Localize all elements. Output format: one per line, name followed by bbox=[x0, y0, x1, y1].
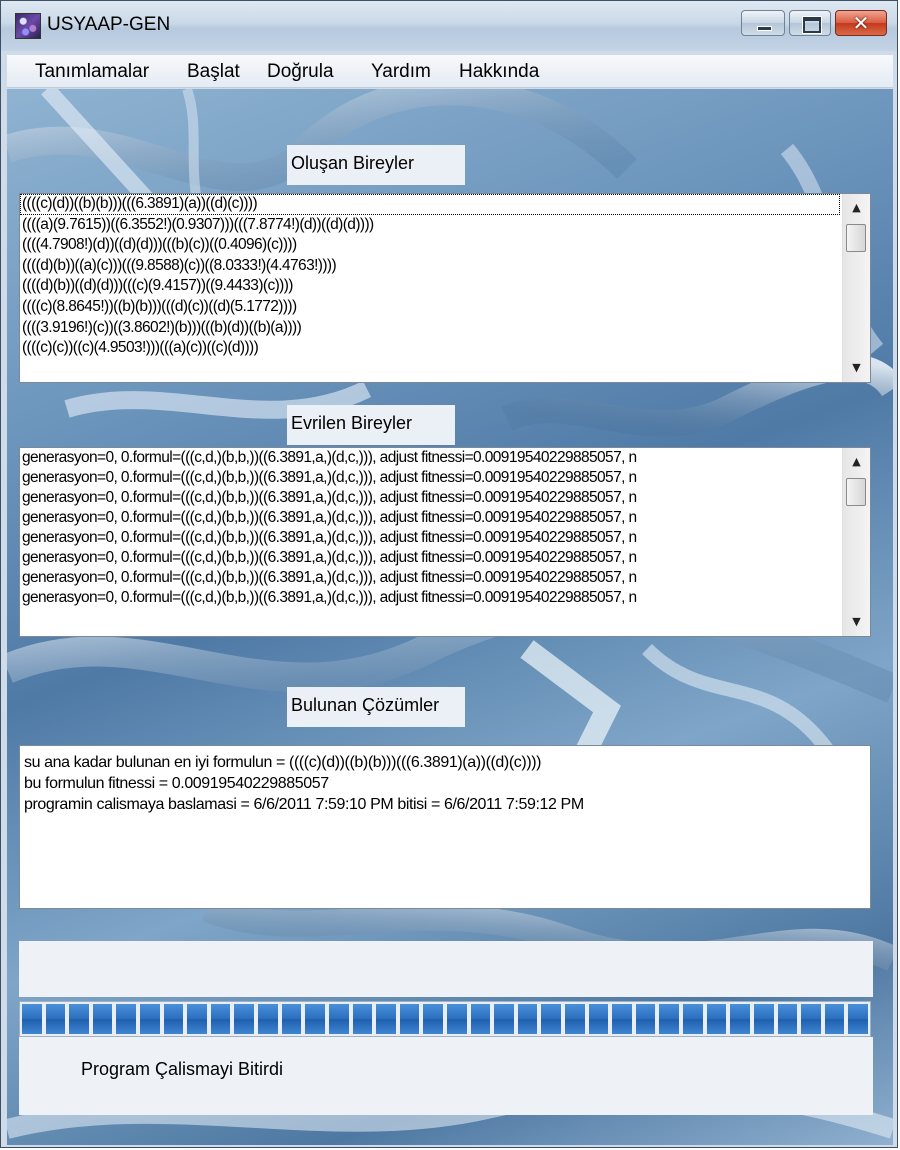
scroll-up-arrow-icon[interactable]: ▲ bbox=[843, 450, 870, 474]
scroll-down-arrow-icon[interactable]: ▼ bbox=[843, 356, 870, 380]
progress-segment bbox=[45, 1004, 66, 1034]
best-formula-line: su ana kadar bulunan en iyi formulun = (… bbox=[24, 754, 542, 771]
progress-segment bbox=[399, 1004, 420, 1034]
progress-segment bbox=[517, 1004, 538, 1034]
progress-segment bbox=[777, 1004, 798, 1034]
progress-segment bbox=[423, 1004, 443, 1034]
status-message: Program Çalismayi Bitirdi bbox=[81, 1059, 284, 1079]
progress-segment bbox=[376, 1004, 396, 1034]
list-item[interactable]: generasyon=0, 0.formul=(((c,d,)(b,b,))((… bbox=[20, 588, 840, 608]
olusan-bireyler-label: Oluşan Bireyler bbox=[287, 145, 465, 185]
progress-segment bbox=[140, 1004, 160, 1034]
list-item[interactable]: generasyon=0, 0.formul=(((c,d,)(b,b,))((… bbox=[20, 548, 840, 568]
scrollbar-thumb[interactable] bbox=[846, 224, 866, 252]
app-window: USYAAP-GEN ✕ Tanımlamalar Başlat Doğrula… bbox=[0, 0, 898, 1148]
progress-segment bbox=[187, 1004, 207, 1034]
title-bar[interactable]: USYAAP-GEN ✕ bbox=[1, 1, 897, 51]
progress-segment bbox=[258, 1004, 278, 1034]
progress-fill bbox=[22, 1004, 868, 1034]
progress-segment bbox=[541, 1004, 562, 1034]
olusan-bireyler-listbox[interactable]: ((((c)(d))((b)(b)))(((6.3891)(a))((d)(c)… bbox=[19, 193, 871, 383]
minimize-button[interactable] bbox=[741, 10, 785, 36]
progress-segment bbox=[635, 1004, 656, 1034]
list-item[interactable]: ((((d)(b))((d)(d)))(((c)(9.4157))((9.443… bbox=[20, 276, 840, 297]
progress-segment bbox=[116, 1004, 137, 1034]
progress-segment bbox=[305, 1004, 325, 1034]
list-item[interactable]: generasyon=0, 0.formul=(((c,d,)(b,b,))((… bbox=[20, 468, 840, 488]
menu-bar: Tanımlamalar Başlat Doğrula Yardım Hakkı… bbox=[7, 55, 893, 88]
scroll-down-arrow-icon[interactable]: ▼ bbox=[843, 610, 870, 634]
progress-segment bbox=[494, 1004, 514, 1034]
close-icon: ✕ bbox=[852, 11, 870, 35]
maximize-button[interactable] bbox=[789, 10, 831, 36]
bulunan-cozumler-label: Bulunan Çözümler bbox=[287, 687, 465, 727]
list-item[interactable]: generasyon=0, 0.formul=(((c,d,)(b,b,))((… bbox=[20, 508, 840, 528]
maximize-icon bbox=[803, 17, 821, 33]
progress-segment bbox=[92, 1004, 113, 1034]
progress-segment bbox=[210, 1004, 231, 1034]
menu-yardim[interactable]: Yardım bbox=[371, 61, 431, 83]
list-item[interactable]: generasyon=0, 0.formul=(((c,d,)(b,b,))((… bbox=[20, 568, 840, 588]
menu-dogrula[interactable]: Doğrula bbox=[267, 61, 334, 83]
runtime-line: programin calismaya baslamasi = 6/6/2011… bbox=[24, 796, 584, 813]
progress-segment bbox=[565, 1004, 585, 1034]
scroll-up-arrow-icon[interactable]: ▲ bbox=[843, 196, 870, 220]
window-title: USYAAP-GEN bbox=[47, 14, 171, 35]
progress-segment bbox=[588, 1004, 609, 1034]
progress-segment bbox=[234, 1004, 255, 1034]
progress-segment bbox=[163, 1004, 184, 1034]
list-item[interactable]: ((((a)(9.7615))((6.3552!)(0.9307)))(((7.… bbox=[20, 215, 840, 236]
menu-tanimlamalar[interactable]: Tanımlamalar bbox=[35, 61, 149, 83]
app-icon[interactable] bbox=[15, 13, 41, 39]
progress-segment bbox=[824, 1004, 845, 1034]
list-item[interactable]: ((((c)(c))((c)(4.9503!)))(((a)(c))((c)(d… bbox=[20, 338, 840, 359]
minimize-icon bbox=[757, 26, 772, 31]
progress-segment bbox=[22, 1004, 42, 1034]
progress-segment bbox=[352, 1004, 373, 1034]
progress-segment bbox=[706, 1004, 727, 1034]
list-item[interactable]: ((((4.7908!)(d))((d)(d)))(((b)(c))((0.40… bbox=[20, 235, 840, 256]
progress-segment bbox=[470, 1004, 491, 1034]
vertical-scrollbar[interactable]: ▲ ▼ bbox=[842, 448, 870, 636]
progress-segment bbox=[328, 1004, 349, 1034]
close-button[interactable]: ✕ bbox=[835, 10, 887, 36]
progress-bar bbox=[19, 1001, 871, 1037]
status-panel bbox=[19, 941, 873, 997]
menu-baslat[interactable]: Başlat bbox=[187, 61, 240, 83]
list-item[interactable]: ((((3.9196!)(c))((3.8602!)(b)))(((b)(d))… bbox=[20, 318, 840, 339]
progress-segment bbox=[612, 1004, 632, 1034]
progress-segment bbox=[683, 1004, 703, 1034]
list-item[interactable]: generasyon=0, 0.formul=(((c,d,)(b,b,))((… bbox=[20, 528, 840, 548]
progress-segment bbox=[753, 1004, 774, 1034]
evrilen-bireyler-listbox[interactable]: generasyon=0, 0.formul=(((c,d,)(b,b,))((… bbox=[19, 447, 871, 637]
fitness-line: bu formulun fitnessi = 0.009195402298850… bbox=[24, 775, 329, 792]
progress-segment bbox=[730, 1004, 750, 1034]
list-item[interactable]: generasyon=0, 0.formul=(((c,d,)(b,b,))((… bbox=[20, 488, 840, 508]
list-item[interactable]: ((((d)(b))((a)(c)))(((9.8588)(c))((8.033… bbox=[20, 256, 840, 277]
progress-segment bbox=[801, 1004, 821, 1034]
results-textbox[interactable]: su ana kadar bulunan en iyi formulun = (… bbox=[19, 745, 871, 909]
menu-hakkinda[interactable]: Hakkında bbox=[459, 61, 539, 83]
evrilen-bireyler-label: Evrilen Bireyler bbox=[287, 405, 455, 445]
list-item[interactable]: generasyon=0, 0.formul=(((c,d,)(b,b,))((… bbox=[20, 448, 840, 468]
progress-segment bbox=[659, 1004, 680, 1034]
progress-segment bbox=[69, 1004, 89, 1034]
progress-segment bbox=[281, 1004, 302, 1034]
vertical-scrollbar[interactable]: ▲ ▼ bbox=[842, 194, 870, 382]
client-area: Oluşan Bireyler ((((c)(d))((b)(b)))(((6.… bbox=[7, 89, 893, 1145]
scrollbar-thumb[interactable] bbox=[846, 478, 866, 506]
progress-segment bbox=[446, 1004, 467, 1034]
progress-segment bbox=[848, 1004, 868, 1034]
list-item[interactable]: ((((c)(8.8645!))((b)(b)))(((d)(c))((d)(5… bbox=[20, 297, 840, 318]
list-item[interactable]: ((((c)(d))((b)(b)))(((6.3891)(a))((d)(c)… bbox=[20, 194, 840, 215]
